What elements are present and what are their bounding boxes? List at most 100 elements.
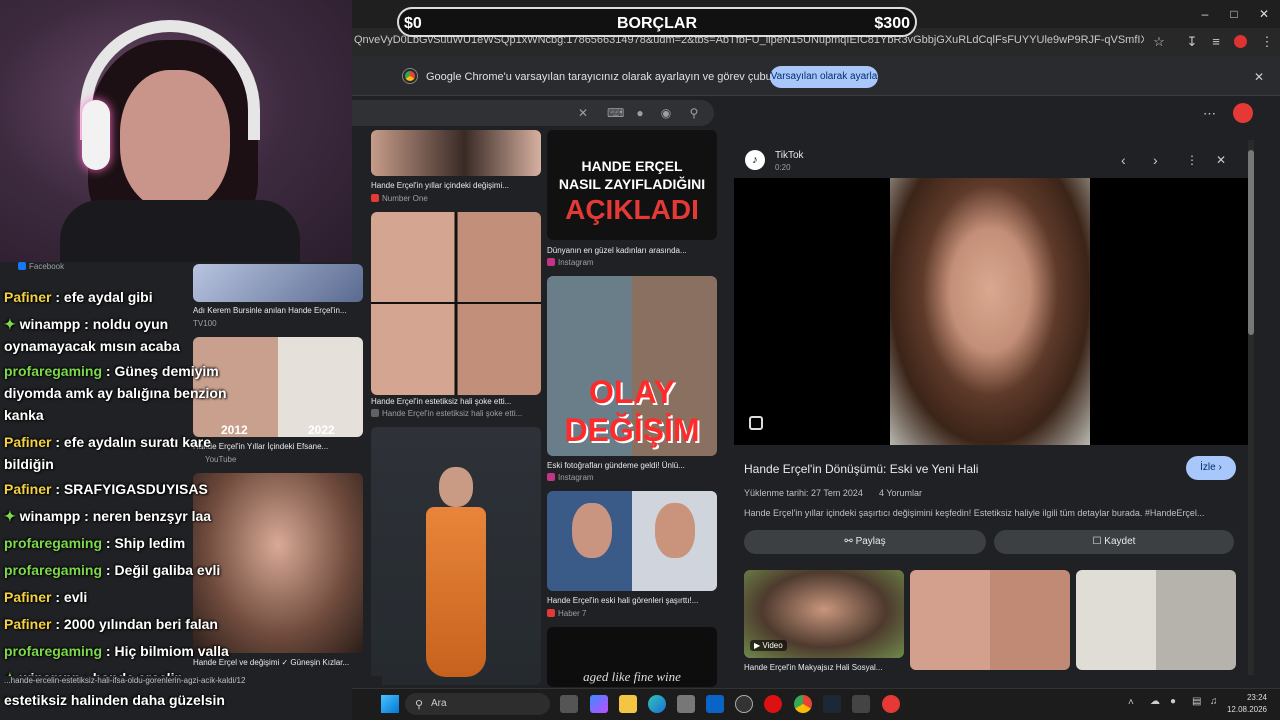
chat-separator: :	[51, 481, 64, 497]
clock-time[interactable]: 23:24	[1221, 693, 1267, 702]
collage-divider	[371, 302, 541, 304]
chat-text: bildiğin	[4, 456, 54, 472]
chat-message: kanka	[4, 407, 44, 423]
related-caption[interactable]: Hande Erçel'in Makyajsız Hali Sosyal...	[744, 663, 904, 672]
outlook-icon[interactable]	[706, 695, 724, 713]
close-window-icon[interactable]: ✕	[1249, 4, 1279, 24]
save-button[interactable]: ☐ Kaydet	[994, 530, 1234, 554]
copilot-icon[interactable]	[590, 695, 608, 713]
search-icon[interactable]: ⚲	[686, 105, 702, 121]
related-image[interactable]	[1076, 570, 1236, 670]
more-menu-icon[interactable]: ⋮	[1258, 34, 1276, 50]
download-icon[interactable]: ↧	[1183, 34, 1201, 50]
app-red-icon[interactable]	[882, 695, 900, 713]
result-image[interactable]	[371, 130, 541, 176]
share-button[interactable]: ⚯ Paylaş	[744, 530, 986, 554]
chat-message: Pafiner : efe aydal gibi	[4, 289, 153, 305]
preview-title[interactable]: Hande Erçel'in Dönüşümü: Eski ve Yeni Ha…	[744, 462, 978, 476]
video-duration: 0:20	[775, 163, 791, 172]
chevron-left-icon[interactable]: ‹	[1121, 152, 1126, 168]
result-caption[interactable]: Hande Erçel'in estetiksiz hali şoke etti…	[371, 397, 541, 406]
close-panel-icon[interactable]: ✕	[1216, 153, 1226, 167]
opera-icon[interactable]	[764, 695, 782, 713]
chat-username: profaregaming	[4, 363, 103, 379]
chat-text: Ship ledim	[114, 535, 186, 551]
steam-icon[interactable]	[823, 695, 841, 713]
infobar-close-icon[interactable]: ✕	[1254, 70, 1264, 84]
result-image[interactable]	[371, 212, 541, 395]
related-image[interactable]	[910, 570, 1070, 670]
source-name: Hande Erçel'in estetiksiz hali şoke etti…	[382, 409, 523, 418]
maximize-icon[interactable]: □	[1219, 4, 1249, 24]
thumbnail-text: OLAY	[589, 374, 675, 410]
chat-username: winampp	[19, 508, 81, 524]
chat-username: Pafiner	[4, 434, 52, 450]
result-source: Hande Erçel'in estetiksiz hali şoke etti…	[371, 409, 522, 418]
debt-overlay-banner: $0 BORÇLAR $300	[397, 7, 917, 37]
result-image[interactable]: OLAY DEĞİŞİM	[547, 276, 717, 456]
result-caption[interactable]: Hande Erçel'in yıllar içindeki değişimi.…	[371, 181, 541, 190]
chat-text: Hiç bilmiom valla	[114, 643, 229, 659]
bookmark-star-icon[interactable]: ☆	[1150, 34, 1168, 50]
upload-date: Yüklenme tarihi: 27 Tem 2024	[744, 488, 863, 498]
keyboard-icon[interactable]: ⌨	[607, 105, 624, 121]
chat-separator: :	[102, 363, 115, 379]
face-shape	[572, 503, 612, 558]
network-icon[interactable]: ▤	[1192, 696, 1201, 707]
result-image[interactable]	[547, 491, 717, 591]
chat-text: kanka	[4, 407, 44, 423]
chat-username: Pafiner	[4, 616, 52, 632]
site-favicon-icon	[371, 409, 379, 417]
more-options-icon[interactable]: ⋮	[1186, 153, 1198, 167]
result-image[interactable]: HANDE ERÇEL NASIL ZAYIFLADIĞINI AÇIKLADI	[547, 130, 717, 240]
orange-dress	[426, 507, 486, 677]
cloud-icon[interactable]: ☁	[1150, 696, 1160, 707]
chat-separator: :	[51, 589, 64, 605]
task-view-icon[interactable]	[560, 695, 578, 713]
result-caption[interactable]: Dünyanın en güzel kadınları arasında...	[547, 246, 717, 255]
scrollbar-thumb[interactable]	[1248, 150, 1254, 335]
source-name[interactable]: TikTok	[775, 150, 804, 161]
result-caption[interactable]: Eski fotoğrafları gündeme geldi! Ünlü...	[547, 461, 717, 470]
chevron-right-icon[interactable]: ›	[1153, 152, 1158, 168]
chat-separator: :	[51, 616, 64, 632]
minimize-icon[interactable]: –	[1190, 4, 1220, 24]
clock-date[interactable]: 12.08.2026	[1207, 705, 1267, 714]
reading-list-icon[interactable]: ≡	[1207, 34, 1225, 50]
taskbar-search[interactable]	[405, 693, 550, 715]
clear-search-icon[interactable]: ✕	[575, 105, 591, 121]
start-windows-icon[interactable]	[381, 695, 399, 713]
mic-icon[interactable]: ●	[632, 105, 648, 121]
result-image[interactable]	[371, 427, 541, 685]
chat-message: Pafiner : evli	[4, 589, 87, 605]
epic-games-icon[interactable]	[852, 695, 870, 713]
person-figure	[439, 467, 473, 507]
instagram-favicon-icon	[547, 258, 555, 266]
preview-image[interactable]	[890, 178, 1090, 445]
chrome-logo-icon	[403, 69, 417, 83]
account-avatar-icon[interactable]	[1233, 103, 1253, 123]
result-image[interactable]: aged like fine wine	[547, 627, 717, 687]
mic-tray-icon[interactable]: ●	[1170, 696, 1176, 707]
profile-avatar-icon[interactable]	[1234, 35, 1247, 48]
result-caption[interactable]: Hande Erçel'in eski hali görenleri şaşır…	[547, 596, 717, 605]
chat-message: profaregaming : Hiç bilmiom valla	[4, 643, 229, 659]
chat-text: diyomda amk ay balığına benzion	[4, 385, 227, 401]
chrome-icon[interactable]	[794, 695, 812, 713]
apps-grid-icon[interactable]: ⋯	[1203, 106, 1216, 122]
store-icon[interactable]	[677, 695, 695, 713]
tray-chevron-icon[interactable]: ˄	[1128, 697, 1134, 708]
related-image[interactable]: ▶ Video	[744, 570, 904, 658]
edge-icon[interactable]	[648, 695, 666, 713]
result-source: Instagram	[547, 473, 594, 482]
lens-search-icon[interactable]	[749, 416, 763, 430]
watch-button[interactable]: İzle ›	[1186, 456, 1236, 480]
lens-icon[interactable]: ◉	[658, 105, 674, 121]
set-default-button[interactable]: Varsayılan olarak ayarla	[770, 66, 878, 88]
file-explorer-icon[interactable]	[619, 695, 637, 713]
obs-icon[interactable]	[735, 695, 753, 713]
video-badge-label: Video	[762, 641, 783, 650]
debt-right-amount: $300	[874, 15, 910, 32]
chat-username: winampp	[19, 316, 81, 332]
chat-text: efe aydal gibi	[63, 289, 153, 305]
